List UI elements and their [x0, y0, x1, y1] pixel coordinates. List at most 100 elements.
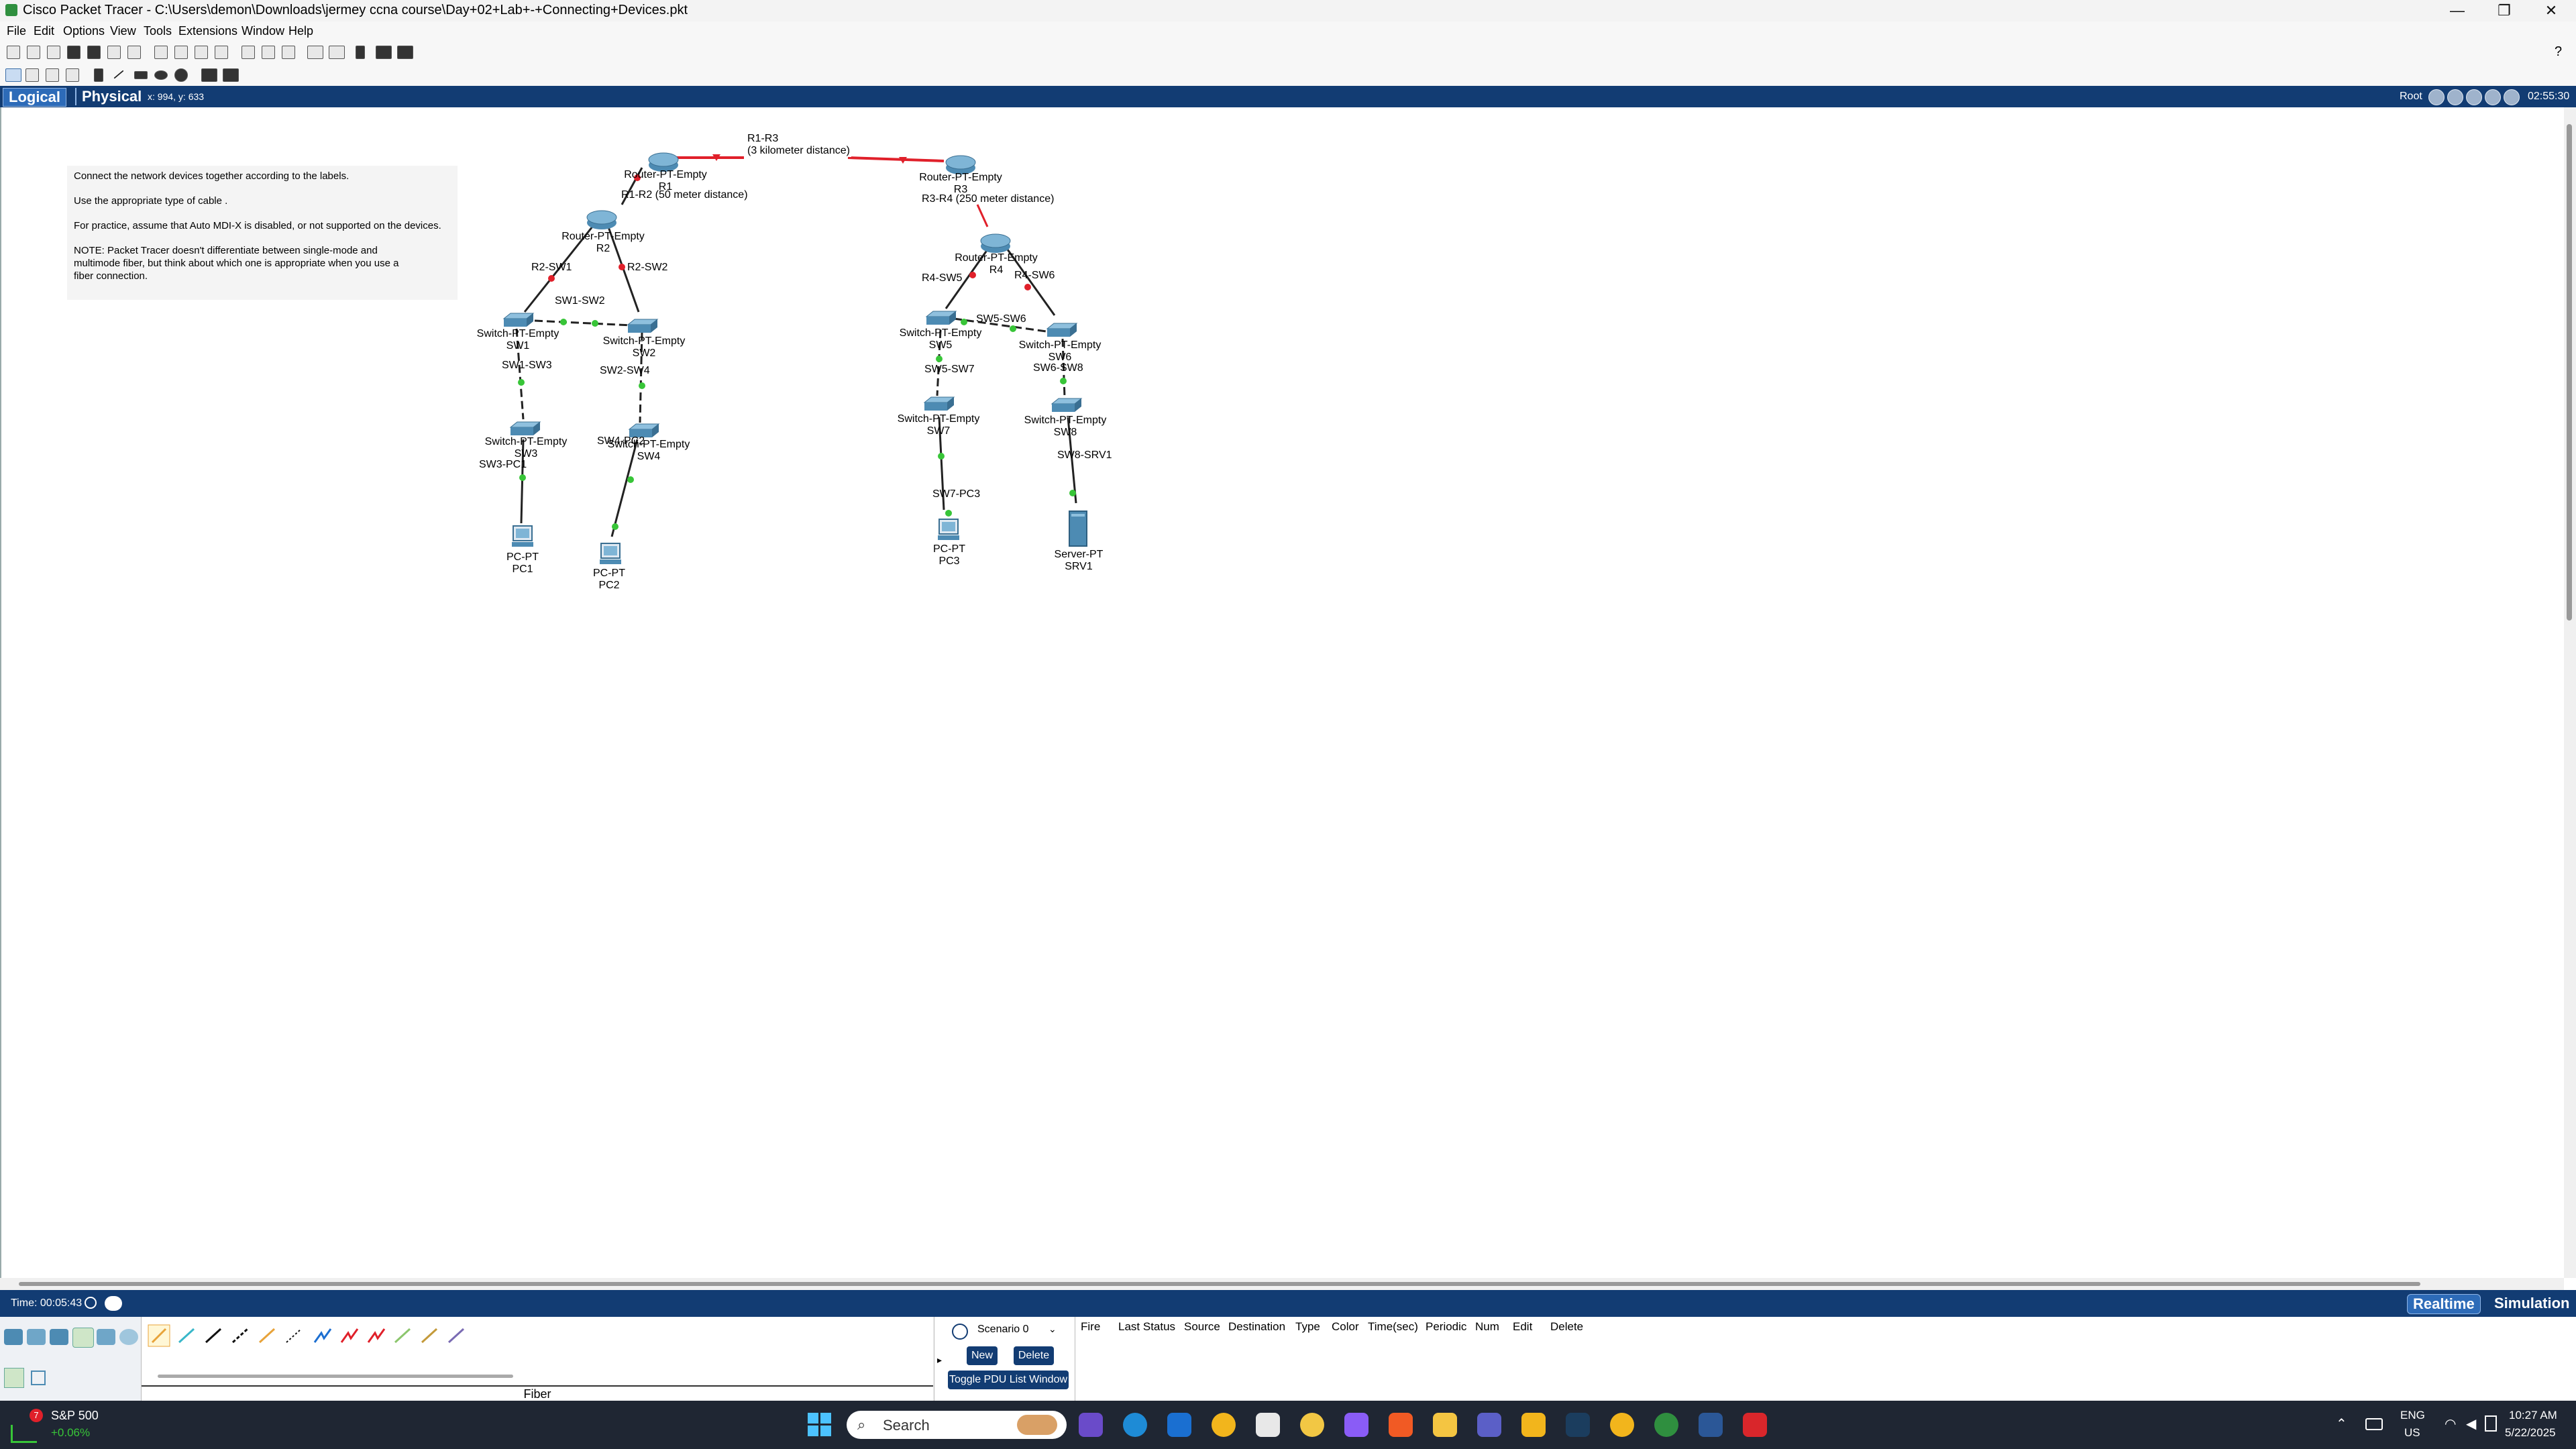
chrome-profile-icon[interactable] [1610, 1413, 1634, 1437]
add-complex-pdu-icon[interactable] [223, 68, 239, 82]
screenshot-icon[interactable] [397, 46, 413, 59]
packet-tracer-taskbar-icon[interactable] [1566, 1413, 1590, 1437]
console-cable-icon[interactable] [178, 1328, 195, 1344]
pdu-header-destination[interactable]: Destination [1228, 1320, 1285, 1334]
serial-dte-icon[interactable] [367, 1328, 386, 1343]
clock-time[interactable]: 10:27 AM [2509, 1409, 2557, 1422]
cable-scroll-bar[interactable] [158, 1375, 513, 1378]
iot-custom-cable-icon[interactable] [421, 1328, 438, 1344]
server-icon[interactable] [1068, 510, 1088, 547]
warning-app-icon[interactable] [1521, 1413, 1546, 1437]
zoom-out-icon[interactable] [282, 46, 295, 59]
root-label[interactable]: Root [2400, 91, 2422, 103]
undo-icon[interactable] [195, 46, 208, 59]
menu-tools[interactable]: Tools [144, 24, 172, 38]
pdu-header-last-status[interactable]: Last Status [1118, 1320, 1175, 1334]
redo-icon[interactable] [215, 46, 228, 59]
chrome-icon[interactable] [1212, 1413, 1236, 1437]
pc-icon[interactable] [597, 542, 624, 566]
serial-dce-icon[interactable] [340, 1328, 359, 1343]
pdu-header-color[interactable]: Color [1332, 1320, 1359, 1334]
custom-device-icon[interactable] [127, 46, 141, 59]
minimize-button[interactable]: — [2434, 0, 2481, 21]
language-top[interactable]: ENG [2400, 1409, 2425, 1422]
open-file-icon[interactable] [27, 46, 40, 59]
cluster-icon[interactable] [376, 46, 392, 59]
realtime-mode-button[interactable]: Realtime [2407, 1294, 2481, 1314]
router-icon[interactable] [979, 231, 1012, 254]
pdu-header-edit[interactable]: Edit [1513, 1320, 1532, 1334]
pc-icon[interactable] [935, 518, 962, 542]
select-tool-icon[interactable] [5, 68, 21, 82]
inspect-tool-icon[interactable] [25, 68, 39, 82]
copilot-icon[interactable] [1079, 1413, 1103, 1437]
place-note-icon[interactable] [94, 68, 103, 82]
set-tiled-background-icon[interactable] [2485, 89, 2501, 105]
switch-icon[interactable] [1049, 396, 1083, 416]
router-icon[interactable] [585, 208, 619, 231]
menu-window[interactable]: Window [241, 24, 284, 38]
menu-view[interactable]: View [110, 24, 136, 38]
tab-logical[interactable]: Logical [3, 88, 67, 107]
simulation-mode-button[interactable]: Simulation [2489, 1294, 2575, 1313]
toggle-pdu-list-button[interactable]: Toggle PDU List Window [948, 1371, 1069, 1389]
horizontal-scrollbar[interactable] [0, 1278, 2564, 1290]
switch-icon[interactable] [922, 394, 955, 415]
collapse-arrow-icon[interactable]: ▸ [937, 1354, 942, 1366]
maximize-button[interactable]: ❐ [2481, 0, 2528, 21]
draw-ellipse-icon[interactable] [154, 70, 168, 80]
back-icon[interactable] [2428, 89, 2445, 105]
move-object-icon[interactable] [2466, 89, 2482, 105]
fast-forward-icon[interactable] [105, 1296, 122, 1311]
copper-cross-over-icon[interactable] [231, 1328, 249, 1344]
link-r1-r3-right[interactable] [847, 156, 945, 162]
activity-wizard-icon[interactable] [87, 46, 101, 59]
pdu-header-delete[interactable]: Delete [1550, 1320, 1583, 1334]
logical-workspace-canvas[interactable]: Connect the network devices together acc… [0, 107, 2565, 1278]
chrome-alt-icon[interactable] [1654, 1413, 1678, 1437]
misc-icon[interactable] [97, 1329, 115, 1345]
network-info-icon[interactable] [107, 46, 121, 59]
copy-icon[interactable] [154, 46, 168, 59]
add-simple-pdu-icon[interactable] [201, 68, 217, 82]
app-icon[interactable] [1300, 1413, 1324, 1437]
info-icon[interactable] [952, 1324, 968, 1340]
save-icon[interactable] [47, 46, 60, 59]
grid-icon[interactable] [31, 1371, 46, 1385]
link-sw1-sw2[interactable] [534, 319, 633, 327]
tray-chevron-icon[interactable]: ⌃ [2336, 1415, 2347, 1432]
volume-icon[interactable]: ◀ [2466, 1415, 2476, 1432]
wifi-icon[interactable]: ◠ [2445, 1415, 2456, 1432]
switch-icon[interactable] [1044, 321, 1078, 341]
delete-tool-icon[interactable] [46, 68, 59, 82]
fiber-icon[interactable] [258, 1328, 276, 1344]
brave-icon[interactable] [1389, 1413, 1413, 1437]
paste-icon[interactable] [174, 46, 188, 59]
taskbar-search-box[interactable]: ⌕ Search [847, 1411, 1067, 1439]
pdu-header-num[interactable]: Num [1475, 1320, 1499, 1334]
network-devices-icon[interactable] [4, 1329, 23, 1345]
delete-scenario-button[interactable]: Delete [1014, 1346, 1054, 1365]
stock-name[interactable]: S&P 500 [51, 1409, 99, 1423]
components-icon[interactable] [50, 1329, 68, 1345]
help-button[interactable]: ? [2555, 44, 2562, 60]
new-cluster-icon[interactable] [2447, 89, 2463, 105]
menu-options[interactable]: Options [63, 24, 105, 38]
teams-icon[interactable] [1477, 1413, 1501, 1437]
vertical-scroll-thumb[interactable] [2567, 124, 2572, 621]
connections-icon[interactable] [72, 1328, 94, 1348]
horizontal-scroll-thumb[interactable] [19, 1282, 2420, 1286]
custom-device-dialog-icon[interactable] [329, 46, 345, 59]
outlook-icon[interactable] [1167, 1413, 1191, 1437]
link-r3-r4[interactable] [976, 204, 989, 227]
viewport-icon[interactable] [356, 46, 365, 59]
pdu-header-fire[interactable]: Fire [1081, 1320, 1100, 1334]
word-icon[interactable] [1699, 1413, 1723, 1437]
menu-edit[interactable]: Edit [34, 24, 54, 38]
viewport-toggle-icon[interactable] [2504, 89, 2520, 105]
stock-chart-icon[interactable] [11, 1425, 37, 1443]
close-button[interactable]: ✕ [2528, 0, 2575, 21]
file-explorer-icon[interactable] [1433, 1413, 1457, 1437]
chevron-down-icon[interactable]: ⌄ [1049, 1324, 1057, 1335]
tab-physical[interactable]: Physical [75, 88, 147, 105]
